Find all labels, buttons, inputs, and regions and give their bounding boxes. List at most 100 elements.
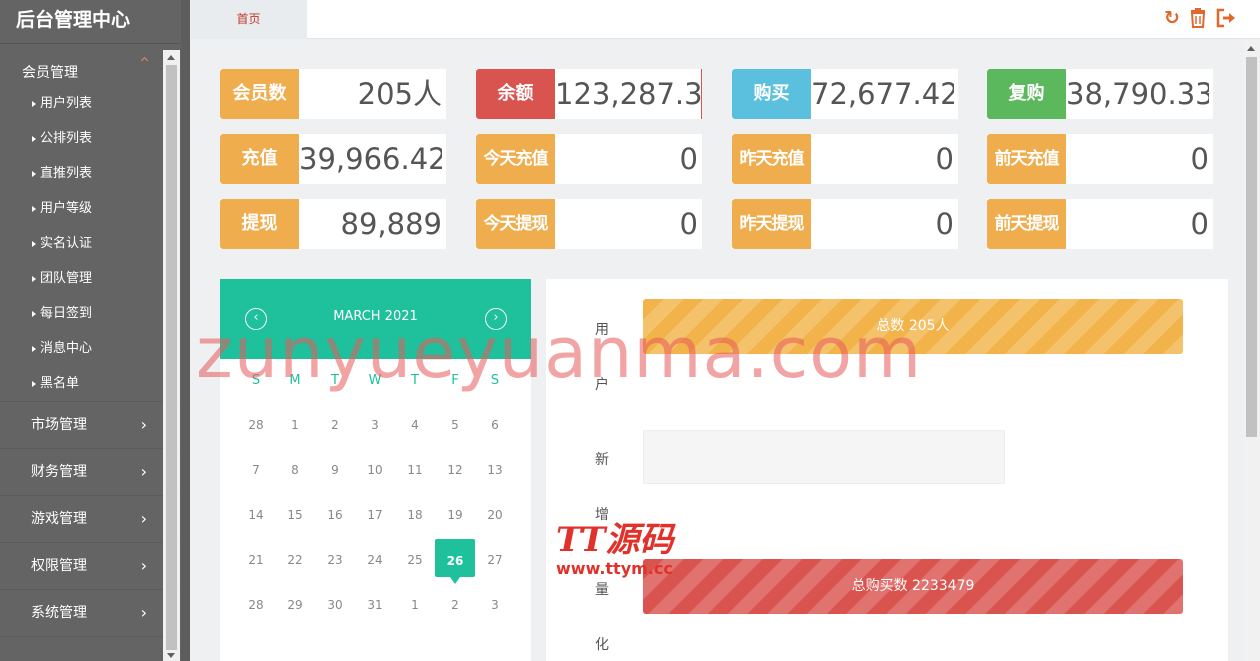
sidebar-item[interactable]: 用户列表 — [0, 86, 181, 121]
calendar-day[interactable]: 28 — [236, 413, 276, 437]
stat-label: 昨天提现 — [732, 199, 811, 249]
stat-box: 昨天提现 0 — [732, 199, 958, 249]
calendar-day[interactable]: 8 — [275, 458, 315, 482]
calendar-day[interactable]: 29 — [275, 593, 315, 617]
calendar-day[interactable]: 27 — [475, 548, 515, 572]
sidebar-item[interactable]: 用户等级 — [0, 191, 181, 226]
stat-label: 充值 — [220, 134, 299, 184]
calendar-day[interactable]: 1 — [395, 593, 435, 617]
calendar-day[interactable]: 18 — [395, 503, 435, 527]
calendar-day[interactable]: 17 — [355, 503, 395, 527]
calendar-day-selected[interactable]: 26 — [435, 539, 475, 584]
calendar-day[interactable]: 7 — [236, 458, 276, 482]
calendar-day[interactable]: 4 — [395, 413, 435, 437]
calendar-day[interactable]: 2 — [435, 593, 475, 617]
sidebar-item[interactable]: 团队管理 — [0, 261, 181, 296]
sidebar-item-label: 用户列表 — [40, 96, 93, 111]
caret-right-icon — [32, 380, 36, 387]
sidebar-item[interactable]: 公排列表 — [0, 121, 181, 156]
stat-value: 89,889 — [340, 207, 442, 241]
sidebar-item[interactable]: 消息中心 — [0, 331, 181, 366]
chart-axis-label: 用 — [595, 322, 609, 338]
calendar-day[interactable]: 5 — [435, 413, 475, 437]
trash-icon[interactable] — [1188, 8, 1208, 28]
chevron-right-icon: › — [140, 462, 147, 481]
sidebar-item-label: 公排列表 — [40, 131, 93, 146]
calendar-day[interactable]: 21 — [236, 548, 276, 572]
new-users-bar — [643, 430, 1005, 484]
sidebar-item[interactable]: 每日签到 — [0, 296, 181, 331]
brand-title: 后台管理中心 — [0, 0, 181, 44]
top-bar: 首页 ↻ — [190, 0, 1260, 39]
chart-axis-label: 户 — [595, 377, 609, 393]
calendar-day[interactable]: 28 — [236, 593, 276, 617]
stat-value: 39,966.42 — [299, 142, 442, 176]
calendar-day[interactable]: 9 — [315, 458, 355, 482]
sidebar-item-label: 黑名单 — [40, 376, 80, 391]
menu-group: 市场管理 › — [0, 402, 181, 449]
main-scroll-thumb[interactable] — [1246, 57, 1257, 437]
calendar-day[interactable]: 15 — [275, 503, 315, 527]
caret-right-icon — [32, 100, 36, 107]
stat-label: 会员数 — [220, 69, 299, 119]
sidebar-scroll-thumb[interactable] — [166, 65, 177, 650]
calendar-day[interactable]: 12 — [435, 458, 475, 482]
sidebar-item-label: 实名认证 — [40, 236, 93, 251]
calendar-day[interactable]: 31 — [355, 593, 395, 617]
menu-head[interactable]: 财务管理 › — [0, 449, 181, 495]
menu-head[interactable]: 市场管理 › — [0, 402, 181, 448]
sidebar-item[interactable]: 黑名单 — [0, 366, 181, 401]
chevron-right-icon: › — [140, 415, 147, 434]
total-users-bar: 总数 205人 — [643, 299, 1183, 354]
calendar-day[interactable]: 3 — [355, 413, 395, 437]
weekday-label: M — [289, 373, 301, 388]
weekday-label: S — [251, 373, 261, 388]
menu-group: 游戏管理 › — [0, 496, 181, 543]
scroll-down-icon[interactable] — [167, 653, 175, 658]
menu-head[interactable]: 系统管理 › — [0, 590, 181, 636]
stat-value: 0 — [1190, 207, 1209, 241]
logout-icon[interactable] — [1215, 8, 1235, 28]
calendar-day[interactable]: 16 — [315, 503, 355, 527]
stat-value: 123,287.3674 — [555, 69, 702, 119]
calendar-day[interactable]: 25 — [395, 548, 435, 572]
stat-box: 前天提现 0 — [987, 199, 1213, 249]
next-month-icon[interactable]: › — [485, 308, 507, 330]
stat-label: 昨天充值 — [732, 134, 811, 184]
calendar-day[interactable]: 20 — [475, 503, 515, 527]
scroll-up-icon[interactable] — [1247, 46, 1255, 51]
sidebar-item-label: 直推列表 — [40, 166, 93, 181]
sidebar-item[interactable]: 直推列表 — [0, 156, 181, 191]
stat-label: 购买 — [732, 69, 811, 119]
menu-group: 财务管理 › — [0, 449, 181, 496]
main-scrollbar[interactable] — [1243, 40, 1260, 661]
calendar-day[interactable]: 23 — [315, 548, 355, 572]
menu-head[interactable]: 权限管理 › — [0, 543, 181, 589]
menu-head-label: 权限管理 — [31, 558, 87, 574]
calendar-day[interactable]: 24 — [355, 548, 395, 572]
calendar-day[interactable]: 14 — [236, 503, 276, 527]
stat-box: 会员数 205人 — [220, 69, 446, 119]
tab-home[interactable]: 首页 — [190, 0, 307, 39]
calendar-day[interactable]: 1 — [275, 413, 315, 437]
calendar-day[interactable]: 2 — [315, 413, 355, 437]
refresh-icon[interactable]: ↻ — [1162, 8, 1182, 28]
stat-label: 复购 — [987, 69, 1066, 119]
calendar-day[interactable]: 10 — [355, 458, 395, 482]
sidebar-scrollbar[interactable] — [163, 50, 180, 661]
calendar-day[interactable]: 19 — [435, 503, 475, 527]
calendar-day[interactable]: 3 — [475, 593, 515, 617]
calendar-day[interactable]: 11 — [395, 458, 435, 482]
menu-head-label: 系统管理 — [31, 605, 87, 621]
chart-axis-label: 量 — [595, 582, 609, 598]
calendar-day[interactable]: 30 — [315, 593, 355, 617]
divider — [181, 0, 190, 661]
menu-head-members[interactable]: 会员管理 — [0, 44, 181, 86]
calendar-day[interactable]: 6 — [475, 413, 515, 437]
calendar-day[interactable]: 13 — [475, 458, 515, 482]
calendar-day[interactable]: 22 — [275, 548, 315, 572]
scroll-up-icon[interactable] — [167, 55, 175, 60]
stat-label: 今天充值 — [476, 134, 555, 184]
sidebar-item[interactable]: 实名认证 — [0, 226, 181, 261]
menu-head[interactable]: 游戏管理 › — [0, 496, 181, 542]
